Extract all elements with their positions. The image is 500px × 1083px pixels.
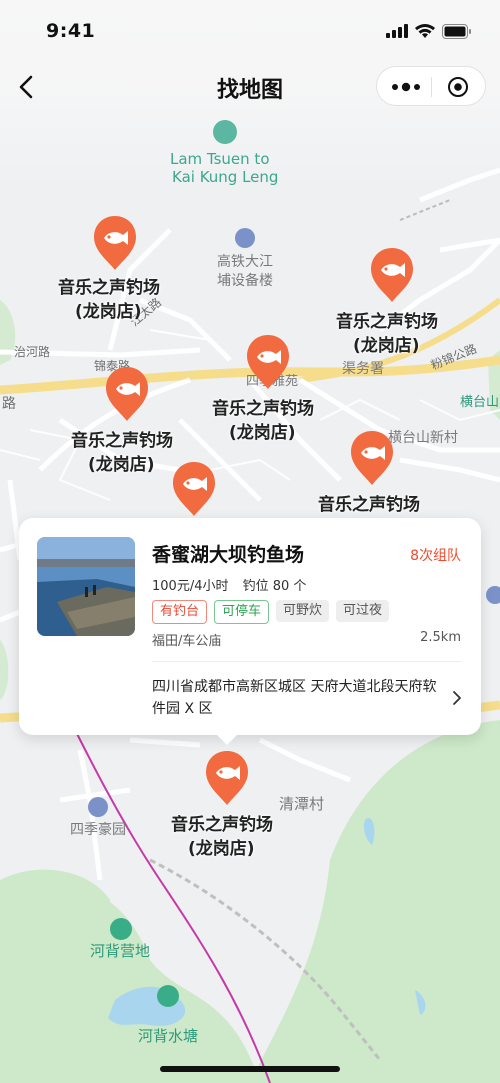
pin-name: 音乐之声钓场 xyxy=(71,431,173,451)
map-label-station-1: 高铁大江 xyxy=(217,254,273,270)
pin-name: 音乐之声钓场 xyxy=(336,312,438,332)
map-label-lam-tsuen: Lam Tsuen to xyxy=(170,150,270,168)
tag-parking: 可停车 xyxy=(214,600,270,624)
mini-program-capsule xyxy=(376,66,486,106)
map-label-hengtaishan: 横台山 xyxy=(460,395,500,410)
fish-icon xyxy=(371,248,413,302)
tag-fishing-platform: 有钓台 xyxy=(152,600,208,624)
card-divider xyxy=(152,661,461,662)
fish-icon xyxy=(106,367,148,421)
pin-name: 音乐之声钓场 xyxy=(212,399,314,419)
venue-distance: 2.5km xyxy=(420,630,461,645)
pin-branch: (龙岗店) xyxy=(353,336,420,356)
pin-branch: (龙岗店) xyxy=(88,455,155,475)
map-label-zhihe-road: 治河路 xyxy=(14,345,51,359)
venue-location: 福田/车公庙 xyxy=(152,634,222,649)
poi-scenic-icon xyxy=(213,120,237,144)
venue-meta: 100元/4小时 钓位 80 个 xyxy=(152,575,316,594)
chevron-right-icon[interactable] xyxy=(451,690,463,706)
fish-icon xyxy=(173,462,215,516)
card-pointer xyxy=(215,733,239,745)
map-label-hebei-pond: 河背水塘 xyxy=(138,1027,199,1045)
map-label-qingtan: 清潭村 xyxy=(279,795,325,813)
map-label-quwushu: 渠务署 xyxy=(342,361,384,377)
map-label-hebei-camp: 河背营地 xyxy=(90,942,151,960)
more-dots-icon[interactable] xyxy=(389,77,423,97)
pin-name: 音乐之声钓场 xyxy=(318,495,420,515)
fish-icon xyxy=(247,335,289,389)
map-label-kai-kung-leng: Kai Kung Leng xyxy=(172,168,279,186)
poi-edge-icon xyxy=(486,586,500,604)
battery-icon xyxy=(442,23,471,39)
home-indicator xyxy=(160,1066,340,1072)
map-label-siji-haoyuan: 四季豪园 xyxy=(70,822,126,838)
tag-overnight: 可过夜 xyxy=(336,600,390,622)
pin-name: 音乐之声钓场 xyxy=(171,815,273,835)
close-target-icon[interactable] xyxy=(447,76,469,98)
signal-icon xyxy=(386,24,408,38)
venue-price: 100元/4小时 xyxy=(152,579,229,594)
venue-name: 香蜜湖大坝钓鱼场 xyxy=(152,544,305,566)
status-time: 9:41 xyxy=(46,20,96,42)
map-label-station-2: 埔设备楼 xyxy=(217,273,273,289)
nav-bar: 找地图 xyxy=(0,60,500,114)
feature-tags: 有钓台 可停车 可野炊 可过夜 xyxy=(152,600,390,624)
poi-residence-icon xyxy=(88,797,108,817)
pin-name: 音乐之声钓场 xyxy=(58,278,160,298)
pin-branch: (龙岗店) xyxy=(188,839,255,859)
poi-camp-icon xyxy=(110,918,132,940)
fish-icon xyxy=(206,751,248,805)
map-label-road-fragment: 路 xyxy=(2,396,16,412)
tag-picnic: 可野炊 xyxy=(276,600,330,622)
map-label-hengtaishan-new: 横台山新村 xyxy=(388,430,458,446)
venue-spots: 钓位 80 个 xyxy=(242,579,307,594)
fish-icon xyxy=(94,216,136,270)
fish-icon xyxy=(351,431,393,485)
poi-building-icon xyxy=(235,228,255,248)
capsule-divider xyxy=(431,77,432,97)
poi-pond-icon xyxy=(157,985,179,1007)
status-bar: 9:41 xyxy=(0,0,500,60)
wifi-icon xyxy=(415,23,435,38)
queue-count: 8次组队 xyxy=(410,548,461,564)
pin-branch: (龙岗店) xyxy=(75,302,142,322)
venue-address[interactable]: 四川省成都市高新区城区 天府大道北段天府软件园 X 区 xyxy=(152,676,442,720)
venue-thumbnail xyxy=(37,537,135,636)
fishing-spot-card[interactable]: 香蜜湖大坝钓鱼场 8次组队 100元/4小时 钓位 80 个 有钓台 可停车 可… xyxy=(19,518,481,735)
pin-branch: (龙岗店) xyxy=(229,423,296,443)
